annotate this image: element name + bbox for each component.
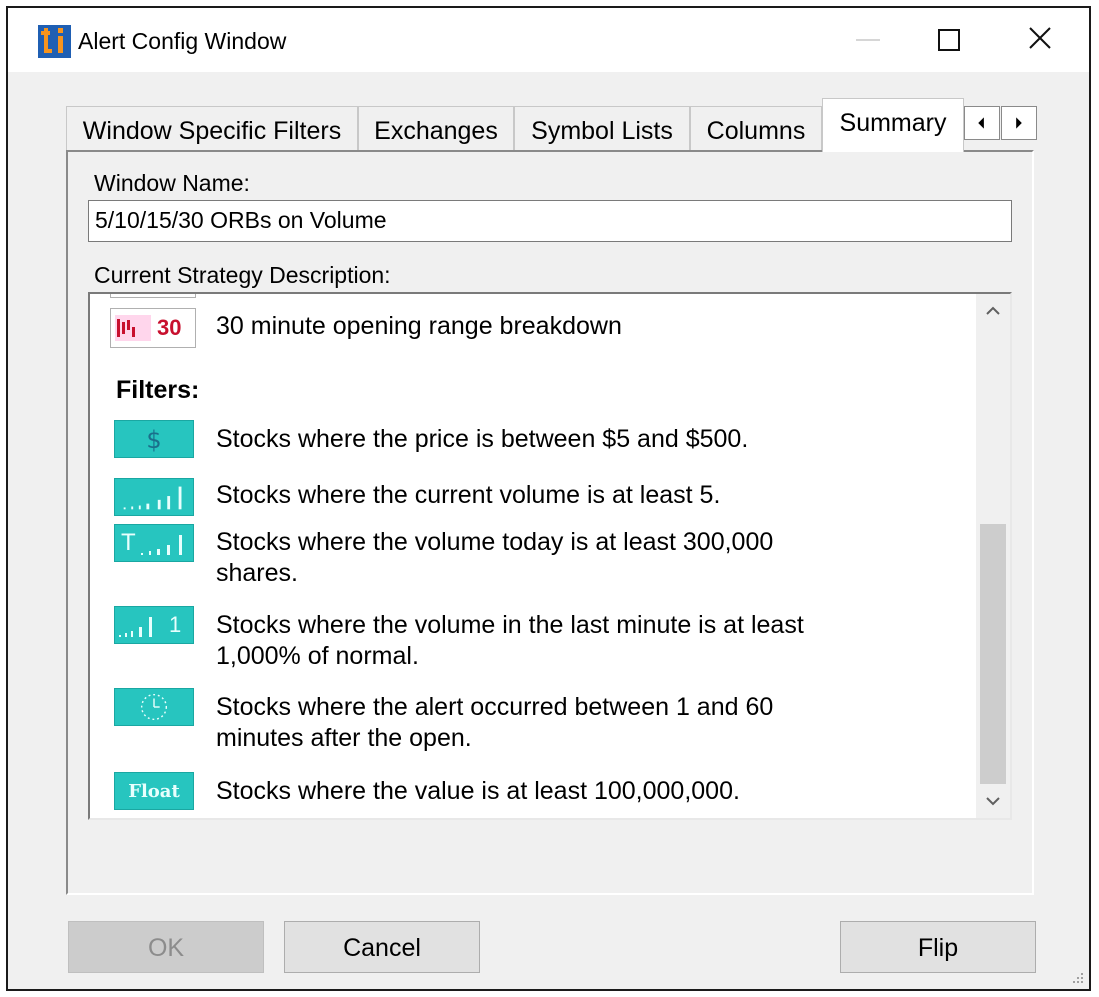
alert-description: 30 minute opening range breakdown (216, 312, 622, 340)
window-name-input[interactable]: 5/10/15/30 ORBs on Volume (88, 200, 1012, 242)
scroll-up-icon[interactable] (976, 294, 1010, 328)
float-icon: Float (114, 772, 194, 810)
summary-panel: Window Name: 5/10/15/30 ORBs on Volume C… (66, 150, 1034, 895)
filters-heading: Filters: (116, 376, 200, 404)
alert-config-window: Alert Config Window Window Specific Filt… (6, 6, 1091, 991)
filter-text: Stocks where the alert occurred between … (216, 693, 774, 752)
maximize-button[interactable] (918, 18, 978, 62)
scrollbar-thumb[interactable] (980, 524, 1006, 784)
volume-today-icon-label: T (121, 529, 136, 556)
filter-text: Stocks where the current volume is at le… (216, 481, 721, 509)
ok-button[interactable]: OK (68, 921, 264, 973)
tab-summary[interactable]: Summary (822, 98, 964, 152)
tab-symbol-lists[interactable]: Symbol Lists (514, 106, 690, 150)
window-title: Alert Config Window (78, 28, 287, 54)
flip-button[interactable]: Flip (840, 921, 1036, 973)
scroll-down-icon[interactable] (976, 784, 1010, 818)
volume-1min-icon-label: 1 (169, 612, 182, 637)
tab-scroll-buttons (964, 106, 1044, 142)
minimize-button[interactable] (840, 18, 900, 62)
volume-1min-icon: 1 (114, 606, 194, 644)
volume-today-icon: T (114, 524, 194, 562)
close-button[interactable] (1010, 18, 1070, 62)
filter-text: Stocks where the volume today is at leas… (216, 528, 774, 587)
filter-text: Stocks where the volume in the last minu… (216, 611, 804, 670)
filter-text: Stocks where the price is between $5 and… (216, 425, 749, 453)
tab-scroll-left-icon[interactable] (964, 106, 1000, 140)
title-bar: Alert Config Window (8, 8, 1089, 72)
tab-window-specific-filters[interactable]: Window Specific Filters (66, 106, 358, 150)
dollar-icon: $ (114, 420, 194, 458)
float-icon-label: Float (128, 781, 180, 802)
trade-ideas-logo (38, 25, 71, 58)
tab-scroll-right-icon[interactable] (1001, 106, 1037, 140)
cancel-button[interactable]: Cancel (284, 921, 480, 973)
clock-icon (114, 688, 194, 726)
clipped-alert-icon (110, 294, 196, 298)
description-scrollbar[interactable] (976, 294, 1010, 818)
strategy-description-box[interactable]: 30 30 minute opening range breakdown Fil… (88, 292, 1012, 820)
opening-range-breakdown-icon: 30 (110, 308, 196, 348)
volume-bars-icon (114, 478, 194, 516)
alert-icon-label: 30 (157, 315, 182, 340)
resize-grip-icon[interactable] (1067, 967, 1085, 985)
filter-text: Stocks where the value is at least 100,0… (216, 777, 740, 805)
window-name-label: Window Name: (94, 170, 250, 196)
strategy-description-label: Current Strategy Description: (94, 262, 391, 288)
tab-exchanges[interactable]: Exchanges (358, 106, 514, 150)
tab-columns[interactable]: Columns (690, 106, 822, 150)
